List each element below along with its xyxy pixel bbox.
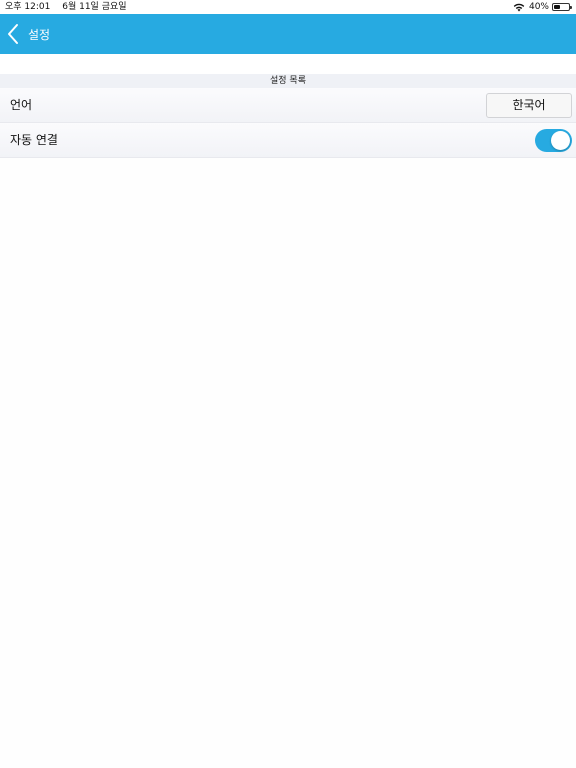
wifi-icon: [513, 3, 525, 11]
section-header: 설정 목록: [0, 74, 576, 88]
status-left: 오후 12:01 6월 11일 금요일: [5, 0, 127, 14]
auto-connect-toggle[interactable]: [535, 129, 572, 152]
auto-connect-row: 자동 연결: [0, 123, 576, 158]
language-row: 언어 한국어: [0, 88, 576, 123]
chevron-left-icon: [8, 24, 18, 44]
navigation-bar: 설정: [0, 14, 576, 54]
page-title: 설정: [28, 27, 51, 42]
status-date: 6월 11일 금요일: [62, 2, 127, 12]
battery-percent: 40%: [528, 2, 549, 12]
battery-icon: [552, 3, 572, 11]
language-label: 언어: [10, 98, 33, 112]
language-select-button[interactable]: 한국어: [486, 93, 572, 118]
back-button[interactable]: 설정: [6, 14, 50, 54]
top-spacer: [0, 54, 576, 74]
status-time: 오후 12:01: [5, 2, 51, 12]
status-bar: 오후 12:01 6월 11일 금요일 40%: [0, 0, 576, 14]
status-right: 40%: [513, 0, 572, 14]
battery-tip: [570, 6, 572, 9]
auto-connect-label: 자동 연결: [10, 133, 58, 147]
battery-fill: [554, 5, 560, 9]
toggle-knob: [551, 131, 570, 150]
empty-content-area: [0, 158, 576, 768]
